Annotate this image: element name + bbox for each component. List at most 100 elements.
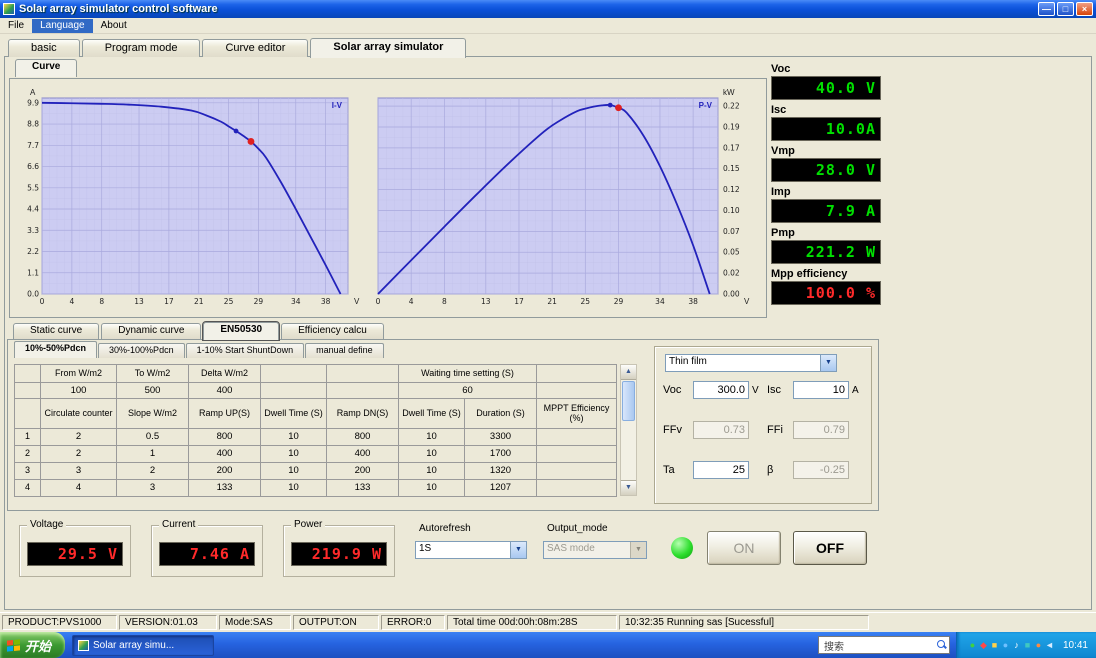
tab-solar-array-simulator[interactable]: Solar array simulator — [310, 38, 467, 58]
table-cell[interactable]: 3 — [117, 480, 189, 497]
table-header-cell: Ramp DN(S) — [327, 399, 399, 429]
pv-chart: 0 4 8 13 17 21 25 29 34 38 0.22 0.19 0.17 0.15 0.12 0.1… — [376, 88, 750, 306]
search-icon[interactable] — [936, 640, 947, 650]
tray-icon-7[interactable]: ● — [1033, 640, 1044, 651]
app-icon — [78, 639, 90, 651]
tray-icon-5[interactable]: ♪ — [1011, 640, 1022, 651]
scroll-down-icon[interactable]: ▼ — [621, 480, 636, 495]
search-input[interactable]: 搜索 — [821, 638, 937, 653]
table-cell[interactable]: 4 — [41, 480, 117, 497]
table-header-cell: 2 — [15, 446, 41, 463]
tray-icon-4[interactable]: ● — [1000, 640, 1011, 651]
titlebar: Solar array simulator control software —… — [0, 0, 1096, 18]
voltage-label: Voltage — [27, 519, 67, 530]
param-field-isc[interactable]: 10 — [793, 381, 849, 399]
tab-program-mode[interactable]: Program mode — [81, 39, 201, 57]
tab-dynamic-curve[interactable]: Dynamic curve — [101, 323, 202, 339]
taskbar-search[interactable]: 搜索 — [817, 636, 950, 654]
subtab-10-50-pdcn[interactable]: 10%-50%Pdcn — [14, 341, 98, 358]
table-cell[interactable]: 400 — [189, 446, 261, 463]
table-cell[interactable]: 0.5 — [117, 429, 189, 446]
table-cell[interactable]: 133 — [327, 480, 399, 497]
svg-text:21: 21 — [194, 297, 204, 306]
param-unit: A — [852, 384, 859, 396]
table-cell[interactable]: 3300 — [465, 429, 537, 446]
start-label: 开始 — [25, 638, 52, 654]
table-cell[interactable]: 500 — [117, 383, 189, 399]
table-scrollbar[interactable]: ▲ ▼ — [620, 364, 637, 496]
tray-icon-2[interactable]: ◆ — [978, 640, 989, 651]
table-cell[interactable]: 10 — [261, 429, 327, 446]
param-field-ta[interactable]: 25 — [693, 461, 749, 479]
scroll-thumb[interactable] — [622, 381, 635, 421]
close-button[interactable]: × — [1076, 2, 1093, 16]
subtab-1-10-start-shuntdown[interactable]: 1-10% Start ShuntDown — [185, 343, 305, 358]
table-cell[interactable]: 200 — [327, 463, 399, 480]
table-cell[interactable]: 100 — [41, 383, 117, 399]
tray-icon-3[interactable]: ■ — [989, 640, 1000, 651]
table-cell[interactable]: 1700 — [465, 446, 537, 463]
param-field-voc[interactable]: 300.0 — [693, 381, 749, 399]
tab-en50530[interactable]: EN50530 — [202, 321, 281, 341]
table-cell[interactable]: 2 — [117, 463, 189, 480]
table-cell[interactable]: 800 — [189, 429, 261, 446]
table-cell[interactable]: 200 — [189, 463, 261, 480]
table-cell[interactable]: 1320 — [465, 463, 537, 480]
table-header-cell: Dwell Time (S) — [399, 399, 465, 429]
table-cell[interactable]: 10 — [399, 463, 465, 480]
table-cell[interactable]: 400 — [189, 383, 261, 399]
subtab-manual-define[interactable]: manual define — [305, 343, 384, 358]
table-cell[interactable]: 60 — [399, 383, 537, 399]
tab-curve[interactable]: Curve — [15, 59, 78, 77]
minimize-button[interactable]: — — [1038, 2, 1055, 16]
tray-icon-6[interactable]: ■ — [1022, 640, 1033, 651]
table-cell[interactable]: 133 — [189, 480, 261, 497]
table-cell[interactable] — [537, 480, 617, 497]
param-label-ffv: FFv — [663, 424, 682, 436]
table-cell[interactable]: 10 — [399, 429, 465, 446]
table-cell[interactable]: 10 — [261, 446, 327, 463]
table-cell[interactable]: 1 — [117, 446, 189, 463]
led-label: Mpp efficiency — [771, 268, 848, 280]
output-status-led — [671, 537, 693, 559]
svg-text:38: 38 — [688, 297, 698, 306]
autorefresh-select[interactable]: 1S ▼ — [415, 541, 527, 559]
table-cell[interactable]: 2 — [41, 446, 117, 463]
start-button[interactable]: 开始 — [0, 632, 66, 658]
menu-file[interactable]: File — [0, 19, 32, 33]
table-cell[interactable]: 2 — [41, 429, 117, 446]
table-cell[interactable]: 800 — [327, 429, 399, 446]
table-cell[interactable]: 10 — [399, 480, 465, 497]
table-cell[interactable]: 1207 — [465, 480, 537, 497]
output-mode-label: Output_mode — [547, 523, 608, 534]
taskbar-task-solar-array[interactable]: Solar array simu... — [72, 634, 215, 656]
tray-icon-1[interactable]: ● — [967, 640, 978, 651]
maximize-button[interactable]: □ — [1057, 2, 1074, 16]
svg-text:25: 25 — [581, 297, 591, 306]
tab-basic[interactable]: basic — [8, 39, 80, 57]
table-cell[interactable] — [537, 429, 617, 446]
table-cell[interactable] — [537, 463, 617, 480]
table-cell[interactable]: 3 — [41, 463, 117, 480]
status-mode: Mode:SAS — [219, 615, 291, 630]
chevron-down-icon[interactable]: ▼ — [510, 542, 526, 558]
table-cell[interactable]: 400 — [327, 446, 399, 463]
tab-static-curve[interactable]: Static curve — [13, 323, 100, 339]
on-button[interactable]: ON — [707, 531, 781, 565]
off-button[interactable]: OFF — [793, 531, 867, 565]
table-cell[interactable]: 10 — [261, 480, 327, 497]
scroll-up-icon[interactable]: ▲ — [621, 365, 636, 380]
tab-efficiency-calcu[interactable]: Efficiency calcu — [281, 323, 384, 339]
chevron-down-icon[interactable]: ▼ — [820, 355, 836, 371]
subtab-30-100-pdcn[interactable]: 30%-100%Pdcn — [98, 343, 185, 358]
table-cell[interactable]: 10 — [399, 446, 465, 463]
menu-language[interactable]: Language — [32, 18, 93, 33]
model-select[interactable]: Thin film ▼ — [665, 354, 837, 372]
tray-icon-8[interactable]: ◄ — [1044, 640, 1055, 651]
table-cell[interactable]: 10 — [261, 463, 327, 480]
table-cell[interactable] — [537, 446, 617, 463]
menu-about[interactable]: About — [93, 19, 135, 33]
en50530-table: From W/m2 To W/m2 Delta W/m2 Waiting time s… — [14, 364, 617, 497]
tab-curve-editor[interactable]: Curve editor — [202, 39, 309, 57]
windows-flag-icon — [7, 638, 20, 652]
